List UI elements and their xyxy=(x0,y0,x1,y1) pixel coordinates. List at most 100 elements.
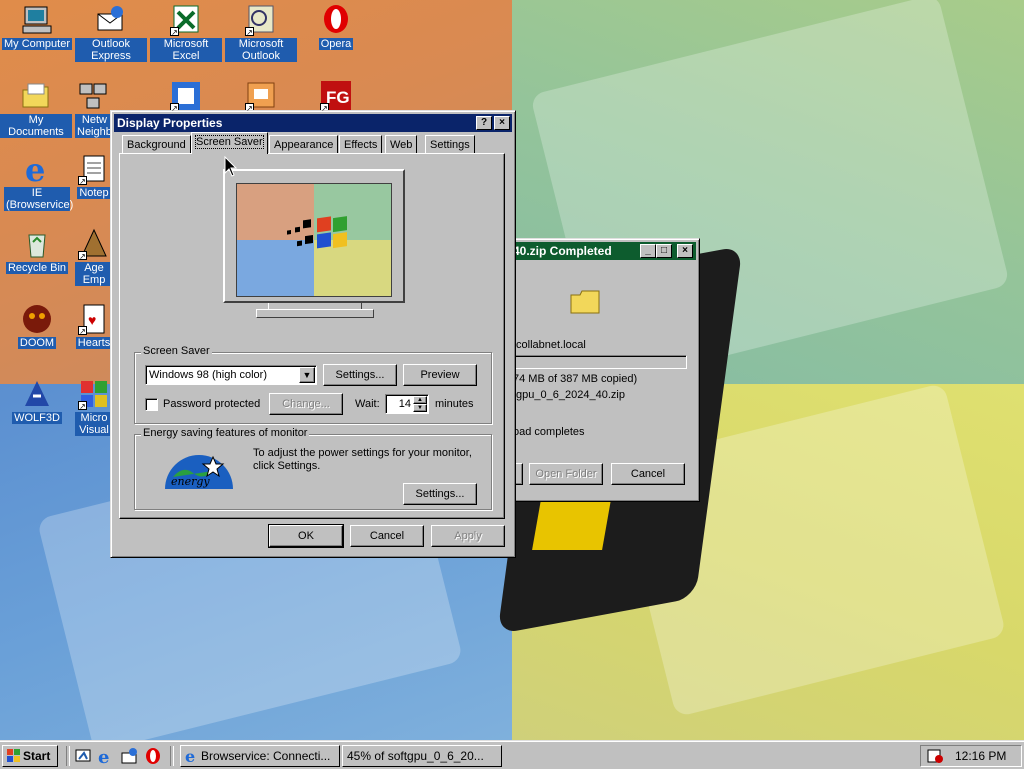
scheduler-icon[interactable] xyxy=(927,748,945,767)
desktop-icon-label: DOOM xyxy=(17,337,57,349)
desktop-icon-notepad[interactable]: Notep xyxy=(75,153,113,199)
help-button[interactable]: ? xyxy=(476,116,492,130)
close-button[interactable]: × xyxy=(677,244,693,258)
ie-icon: e xyxy=(21,151,53,189)
tab-background[interactable]: Background xyxy=(122,135,191,153)
desktop-icon-powerpoint-shortcut[interactable] xyxy=(225,80,297,114)
download-dialog-title: 40.zip Completed xyxy=(513,244,612,258)
application-icon xyxy=(170,80,202,113)
svg-text:e: e xyxy=(185,747,195,765)
display-properties-titlebar[interactable]: Display Properties ? × xyxy=(114,114,512,132)
system-tray: 12:16 PM xyxy=(920,745,1022,767)
download-status-text: oad completes xyxy=(513,426,585,438)
screen-saver-settings-button[interactable]: Settings... xyxy=(323,364,397,386)
close-button[interactable]: × xyxy=(494,116,510,130)
desktop-icon-wolf3d[interactable]: WOLF3D xyxy=(1,378,73,424)
wolf3d-icon xyxy=(21,378,53,410)
download-file-name: tgpu_0_6_2024_40.zip xyxy=(513,389,625,401)
apply-button[interactable]: Apply xyxy=(431,525,505,547)
desktop-icon-microsoft-outlook[interactable]: Microsoft Outlook xyxy=(225,4,297,62)
desktop-icon-hearts[interactable]: ♥ Hearts xyxy=(75,303,113,349)
clock[interactable]: 12:16 PM xyxy=(955,749,1006,763)
opera-icon[interactable] xyxy=(144,747,162,765)
network-icon xyxy=(78,80,110,112)
desktop-icon-recycle-bin[interactable]: Recycle Bin xyxy=(1,228,73,274)
task-label: Browservice: Connecti... xyxy=(201,749,331,763)
desktop-icon-label: Hearts xyxy=(75,337,113,349)
start-button[interactable]: Start xyxy=(2,745,58,767)
desktop-icon-microsoft-visual[interactable]: Micro Visual xyxy=(75,378,113,436)
password-protected-checkbox[interactable] xyxy=(145,398,158,411)
desktop-icon-label: Microsoft Outlook xyxy=(225,38,297,62)
password-protected-label: Password protected xyxy=(163,398,261,410)
desktop-icon-label: Microsoft Excel xyxy=(150,38,222,62)
desktop-icon-label: IE (Browservice) xyxy=(4,187,74,211)
desktop-icon-my-computer[interactable]: My Computer xyxy=(1,4,73,50)
age-of-empires-icon xyxy=(78,228,110,261)
download-complete-dialog[interactable]: 40.zip Completed _ □ × .collabnet.local … xyxy=(504,238,700,502)
outlook-icon xyxy=(245,4,277,37)
maximize-button[interactable]: □ xyxy=(656,244,672,258)
open-folder-button[interactable]: Open Folder xyxy=(529,463,603,485)
opera-icon xyxy=(320,4,352,36)
mouse-cursor-icon xyxy=(224,156,238,177)
screen-saver-select[interactable]: Windows 98 (high color) ▼ xyxy=(145,365,317,385)
svg-text:♥: ♥ xyxy=(88,312,96,328)
folder-icon xyxy=(569,287,603,318)
energy-settings-button[interactable]: Settings... xyxy=(403,483,477,505)
outlook-express-icon xyxy=(95,4,127,36)
tab-screen-saver[interactable]: Screen Saver xyxy=(191,132,268,154)
desktop-icon-ie-browservice[interactable]: e IE (Browservice) xyxy=(1,151,74,211)
tab-settings[interactable]: Settings xyxy=(425,135,475,153)
download-dialog-titlebar[interactable]: 40.zip Completed _ □ × xyxy=(508,242,696,260)
visual-studio-icon xyxy=(78,378,110,411)
desktop-icon-microsoft-excel[interactable]: Microsoft Excel xyxy=(150,4,222,62)
tab-effects[interactable]: Effects xyxy=(339,135,383,153)
desktop-icon-label: Micro Visual xyxy=(75,412,113,436)
screen-saver-group-title: Screen Saver xyxy=(141,345,212,357)
download-source: .collabnet.local xyxy=(513,339,586,351)
change-password-button[interactable]: Change... xyxy=(269,393,343,415)
download-cancel-button[interactable]: Cancel xyxy=(611,463,685,485)
cancel-button[interactable]: Cancel xyxy=(350,525,424,547)
spinner-up-icon[interactable]: ▲ xyxy=(413,396,427,404)
recycle-bin-icon xyxy=(21,228,53,260)
screen-saver-preview xyxy=(236,183,392,297)
ok-button[interactable]: OK xyxy=(268,524,344,548)
show-desktop-icon[interactable] xyxy=(74,747,92,765)
svg-text:energy: energy xyxy=(171,475,210,488)
chevron-down-icon[interactable]: ▼ xyxy=(299,367,315,383)
desktop-icon-label: Notep xyxy=(77,187,111,199)
hearts-icon: ♥ xyxy=(78,303,110,336)
svg-text:e: e xyxy=(98,747,109,765)
desktop-icon-outlook-express[interactable]: Outlook Express xyxy=(75,4,147,62)
windows-logo-icon xyxy=(7,749,21,766)
energy-saving-text: To adjust the power settings for your mo… xyxy=(253,447,472,472)
taskbar-separator xyxy=(170,746,174,766)
task-label: 45% of softgpu_0_6_20... xyxy=(347,749,484,763)
outlook-express-icon[interactable] xyxy=(120,747,138,765)
preview-button[interactable]: Preview xyxy=(403,364,477,386)
tab-appearance[interactable]: Appearance xyxy=(269,135,339,153)
wait-label: Wait: xyxy=(355,398,380,410)
desktop-icon-my-documents[interactable]: My Documents xyxy=(0,80,72,138)
start-label: Start xyxy=(23,749,51,763)
display-properties-dialog[interactable]: Display Properties ? × Background Screen… xyxy=(110,110,516,558)
minimize-button[interactable]: _ xyxy=(640,244,656,258)
desktop-icon-network-neighborhood[interactable]: Netw Neighb xyxy=(75,80,113,138)
ie-icon[interactable]: e xyxy=(96,747,114,768)
spinner-down-icon[interactable]: ▼ xyxy=(413,404,427,412)
taskbar-separator xyxy=(66,746,70,766)
desktop-icon-age-of-empires[interactable]: Age Emp xyxy=(75,228,113,286)
desktop-icon-doom[interactable]: DOOM xyxy=(1,303,73,349)
desktop-icon-opera[interactable]: Opera xyxy=(300,4,372,50)
desktop-icon-unknown-shortcut[interactable] xyxy=(150,80,222,114)
task-button-browservice[interactable]: e Browservice: Connecti... xyxy=(180,745,340,767)
monitor-preview xyxy=(223,169,405,319)
wait-minutes-spinner[interactable]: 14 ▲ ▼ xyxy=(385,394,429,414)
tab-web[interactable]: Web xyxy=(385,135,418,153)
svg-text:FG: FG xyxy=(326,88,350,107)
task-button-download[interactable]: 45% of softgpu_0_6_20... xyxy=(342,745,502,767)
desktop-icon-fg-shortcut[interactable]: FG xyxy=(300,80,372,114)
desktop-icon-label: Netw Neighb xyxy=(75,114,113,138)
